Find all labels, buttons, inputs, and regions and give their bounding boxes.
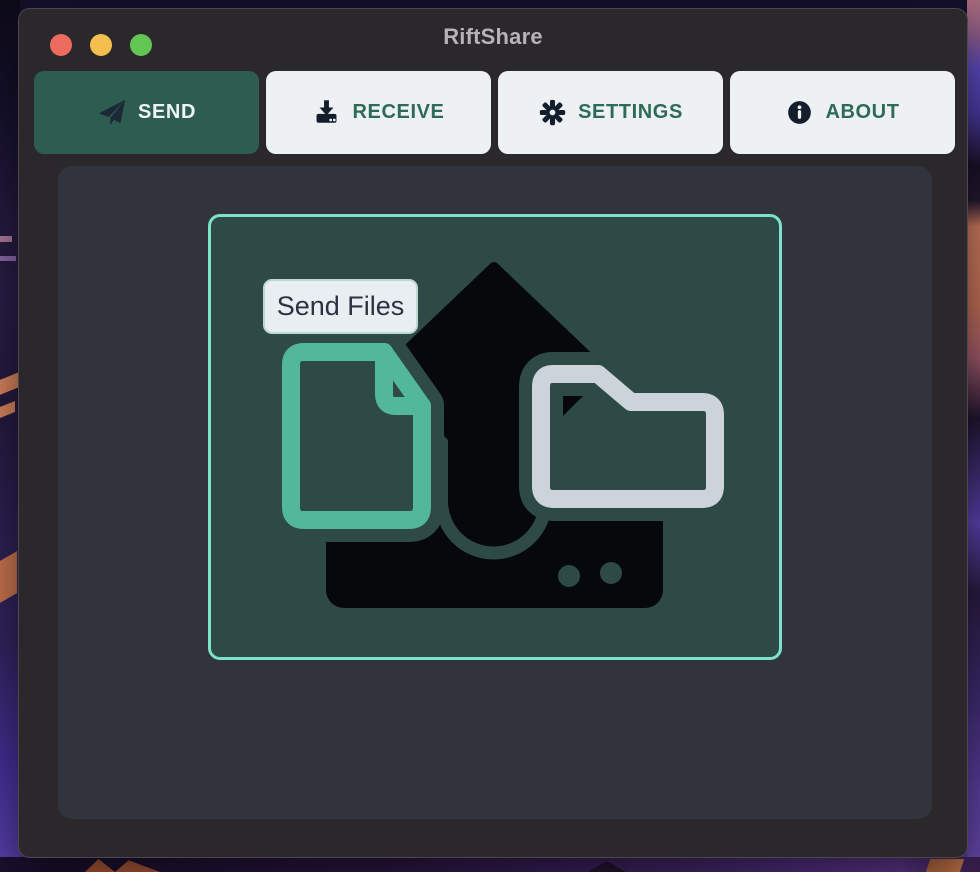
minimize-button[interactable] [90, 34, 112, 56]
wallpaper-shape [588, 861, 626, 872]
file-outline-icon [291, 352, 422, 520]
traffic-lights [50, 34, 152, 56]
tab-send[interactable]: SEND [34, 71, 259, 154]
desktop-wallpaper-bottom [0, 857, 980, 872]
send-files-label: Send Files [263, 279, 418, 334]
zoom-button[interactable] [130, 34, 152, 56]
info-circle-icon [785, 98, 814, 127]
paper-plane-icon [97, 98, 127, 128]
download-tray-icon [312, 98, 341, 127]
gear-icon [538, 98, 567, 127]
tab-settings[interactable]: SETTINGS [498, 71, 723, 154]
tab-bar: SEND RECEIVE [34, 71, 955, 154]
tab-label: RECEIVE [352, 101, 444, 124]
titlebar: RiftShare [19, 9, 967, 65]
window-title: RiftShare [443, 24, 543, 50]
wallpaper-streak [0, 236, 12, 242]
wallpaper-streak [0, 401, 15, 418]
wallpaper-streak [0, 551, 17, 603]
tab-about[interactable]: ABOUT [730, 71, 955, 154]
tab-label: ABOUT [825, 101, 899, 124]
folder-outline-icon [541, 374, 715, 499]
wallpaper-shape [85, 859, 160, 872]
desktop-wallpaper-left [0, 0, 20, 872]
tab-label: SEND [138, 101, 196, 124]
send-content-panel: Send Files [58, 166, 932, 819]
close-button[interactable] [50, 34, 72, 56]
wallpaper-streak [0, 372, 19, 395]
tab-receive[interactable]: RECEIVE [266, 71, 491, 154]
tab-label: SETTINGS [578, 101, 683, 124]
wallpaper-streak [0, 256, 16, 261]
send-files-dropzone[interactable]: Send Files [208, 214, 782, 660]
desktop-wallpaper-right [967, 0, 980, 872]
app-window: RiftShare SEND RECEIVE [18, 8, 968, 858]
wallpaper-shape [926, 859, 964, 872]
